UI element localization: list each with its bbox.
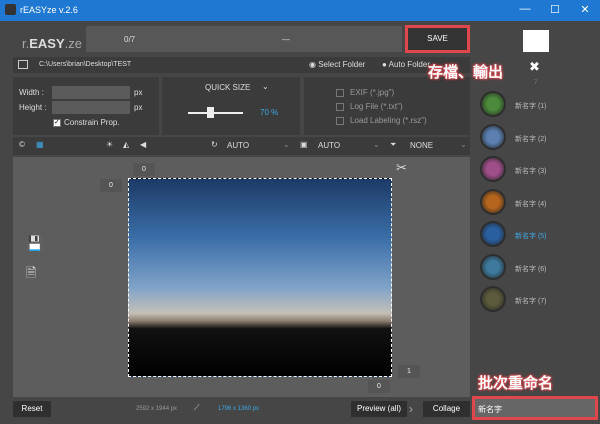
annotation-save: 存檔、輸出 (428, 64, 504, 81)
path-row: C:\Users\brian\Desktop\TEST ◉ Select Fol… (13, 57, 470, 73)
scissors-icon[interactable]: ✂ (396, 160, 407, 176)
thumbnail-label[interactable]: 新名字 (4) (515, 199, 547, 209)
thumbnail[interactable] (480, 123, 506, 150)
brightness-icon[interactable]: ☀ (106, 140, 113, 149)
clear-icon[interactable]: ✖ (529, 59, 540, 75)
thumbnail-label[interactable]: 新名字 (1) (515, 101, 547, 111)
width-input[interactable] (52, 86, 130, 99)
left-offset: 0 (100, 179, 122, 192)
thumbnail-label[interactable]: 新名字 (7) (515, 296, 547, 306)
auto-folder-radio[interactable]: ● Auto Folder (382, 60, 430, 69)
option-load-labeling[interactable]: Load Labeling (*.rsz") (336, 116, 427, 125)
progress-count: 0/7 (124, 35, 136, 44)
original-size: 2592 x 1944 px (136, 406, 178, 412)
thumbnail-label[interactable]: 新名字 (2) (515, 134, 547, 144)
bottom-value: 0 (368, 380, 390, 393)
window-title: rEASYze v.2.6 (20, 5, 78, 15)
grid-icon[interactable]: ▦ (36, 140, 44, 149)
app-icon (5, 4, 16, 15)
save-button[interactable]: SAVE (405, 25, 470, 53)
copyright-icon[interactable]: © (19, 140, 25, 149)
width-unit: px (134, 88, 143, 97)
title-bar: rEASYze v.2.6 — ☐ ✕ (0, 0, 600, 21)
preview-all-button[interactable]: Preview (all) (351, 401, 407, 417)
slider-handle[interactable] (207, 107, 214, 118)
preview-image (128, 178, 392, 377)
print-dropdown[interactable]: AUTO (318, 141, 340, 150)
rotate-icon[interactable]: ↻ (211, 140, 218, 149)
annotation-rename: 批次重命名 (478, 375, 554, 392)
image-count: 7 (534, 80, 538, 86)
options-panel: EXIF (*.jpg") Log File (*.txt") Load Lab… (304, 77, 470, 135)
quick-size-label: QUICK SIZE (205, 83, 251, 92)
thumbnail-label[interactable]: 新名字 (3) (515, 166, 547, 176)
minimize-button[interactable]: — (515, 3, 535, 15)
thumbnail[interactable] (480, 156, 506, 182)
thumbnail-label[interactable]: 新名字 (6) (515, 264, 547, 274)
top-offset: 0 (133, 163, 155, 176)
height-unit: px (134, 103, 143, 112)
select-folder-radio[interactable]: ◉ Select Folder (309, 60, 365, 69)
right-value: 1 (398, 365, 420, 378)
folder-icon[interactable] (18, 60, 28, 69)
filter-dropdown[interactable]: NONE (410, 141, 433, 150)
new-size: 1796 x 1360 px (218, 406, 260, 412)
toolbar: © ▦ ☀ ◭ ◀ ↻ AUTO ⌄ ▣ AUTO ⌄ ⏷ NONE ⌄ (13, 137, 470, 155)
quick-size-value: 70 % (260, 108, 279, 117)
rename-input[interactable]: 新名字 (472, 396, 598, 420)
chevron-right-icon: › (409, 402, 413, 416)
option-exif[interactable]: EXIF (*.jpg") (336, 88, 394, 97)
thumbnail[interactable] (480, 253, 506, 280)
close-button[interactable]: ✕ (575, 3, 595, 16)
flip-icon[interactable]: ◭ (123, 140, 129, 149)
thumbnail[interactable] (480, 221, 506, 247)
quick-size-panel: QUICK SIZE ⌄ 70 % (162, 77, 300, 135)
folder-output-icon[interactable] (523, 30, 549, 52)
reset-button[interactable]: Reset (13, 401, 51, 417)
thumbnail[interactable] (480, 188, 506, 215)
filter-icon[interactable]: ⏷ (390, 140, 396, 150)
collage-button[interactable]: Collage (423, 401, 470, 417)
ruler-icon: ⟋ (194, 403, 200, 412)
path-text: C:\Users\brian\Desktop\TEST (39, 61, 132, 68)
save-disk-icon[interactable]: 💾 (26, 235, 43, 252)
chevron-down-icon: ⌄ (460, 140, 467, 149)
chevron-down-icon: ⌄ (283, 140, 290, 149)
height-input[interactable] (52, 101, 130, 114)
print-icon[interactable]: ▣ (300, 140, 308, 149)
thumbnail[interactable] (480, 286, 506, 312)
height-label: Height : (19, 103, 47, 112)
mirror-icon[interactable]: ◀ (140, 140, 146, 149)
quick-size-slider[interactable] (188, 112, 243, 114)
status-text: — (282, 35, 290, 44)
chevron-down-icon: ⌄ (373, 140, 380, 149)
thumbnail[interactable] (480, 91, 506, 117)
chevron-down-icon[interactable]: ⌄ (262, 82, 269, 91)
thumbnail-label[interactable]: 新名字 (5) (515, 231, 547, 241)
progress-bar: 0/7 — (86, 26, 402, 52)
size-panel: Width : px Height : px ✓ Constrain Prop. (13, 77, 159, 135)
constrain-checkbox[interactable]: ✓ Constrain Prop. (53, 118, 120, 127)
rotate-dropdown[interactable]: AUTO (227, 141, 249, 150)
document-icon[interactable]: 🗎 (26, 264, 36, 286)
width-label: Width : (19, 88, 44, 97)
maximize-button[interactable]: ☐ (545, 3, 565, 16)
option-log-file[interactable]: Log File (*.txt") (336, 102, 403, 111)
